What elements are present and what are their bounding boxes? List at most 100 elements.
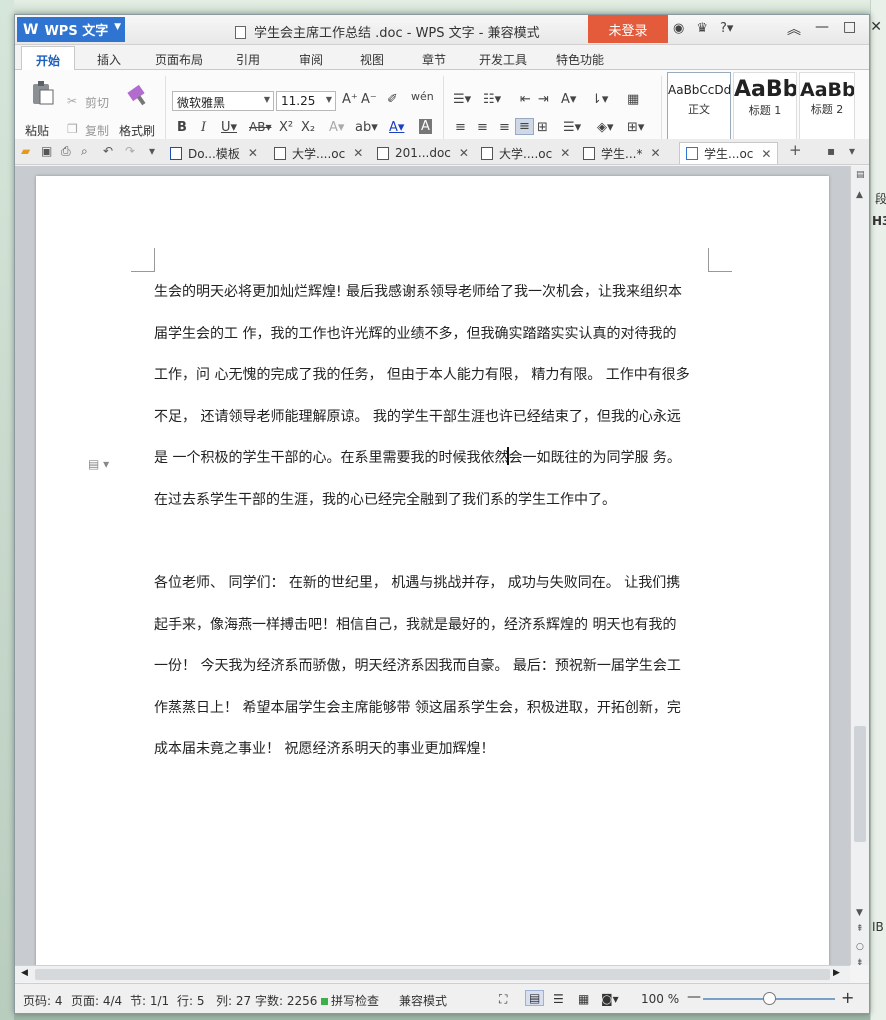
- decrease-font-icon[interactable]: A⁻: [361, 92, 377, 107]
- close-icon[interactable]: ✕: [870, 19, 882, 39]
- justify-icon[interactable]: ≡: [515, 118, 534, 135]
- copy-button[interactable]: 复制: [85, 122, 109, 139]
- body-paragraph[interactable]: 各位老师、 同学们： 在新的世纪里， 机遇与挑战并存， 成功与失败同在。 让我们…: [154, 563, 714, 771]
- scroll-up-icon[interactable]: ▲: [856, 190, 863, 200]
- scroll-right-icon[interactable]: ▶: [833, 968, 840, 978]
- web-view-icon[interactable]: ▦: [578, 992, 589, 1006]
- vertical-scroll-thumb[interactable]: [854, 726, 866, 842]
- format-painter-button[interactable]: 格式刷: [119, 122, 155, 139]
- close-icon[interactable]: ✕: [761, 147, 771, 161]
- paragraph-shading-icon[interactable]: ◈▾: [597, 120, 614, 135]
- scroll-down-icon[interactable]: ▼: [856, 908, 863, 918]
- style-heading-2[interactable]: AaBb( 标题 2: [799, 72, 855, 140]
- align-left-icon[interactable]: ≡: [455, 120, 466, 135]
- numbered-list-icon[interactable]: ☷▾: [483, 92, 501, 107]
- borders-icon[interactable]: ⊞▾: [627, 120, 644, 135]
- status-section[interactable]: 节: 1/1: [130, 992, 169, 1009]
- new-tab-icon[interactable]: +: [789, 141, 802, 159]
- zoom-out-icon[interactable]: —: [687, 989, 701, 1005]
- italic-icon[interactable]: I: [201, 120, 206, 135]
- close-icon[interactable]: ✕: [248, 146, 258, 160]
- wps-menu-button[interactable]: W WPS 文字 ▼: [17, 17, 125, 42]
- phonetic-guide-icon[interactable]: wén: [411, 90, 434, 103]
- font-color-icon[interactable]: A▾: [389, 120, 404, 135]
- chinese-layout-icon[interactable]: A▾: [561, 92, 576, 107]
- login-button[interactable]: 未登录: [588, 15, 668, 43]
- subscript-icon[interactable]: X₂: [301, 120, 315, 135]
- select-browse-object-icon[interactable]: ○: [856, 942, 864, 952]
- tab-home[interactable]: 开始: [21, 46, 76, 71]
- increase-font-icon[interactable]: A⁺: [342, 92, 358, 107]
- tab-page-layout[interactable]: 页面布局: [155, 51, 203, 68]
- highlight-icon[interactable]: ab▾: [355, 120, 378, 135]
- underline-icon[interactable]: U▾: [221, 120, 237, 135]
- status-page-code[interactable]: 页码: 4: [23, 992, 63, 1009]
- redo-icon[interactable]: ↷: [125, 144, 135, 158]
- outline-view-icon[interactable]: ☰: [553, 992, 564, 1006]
- cut-icon[interactable]: ✂: [67, 94, 77, 108]
- print-preview-icon[interactable]: ⌕: [81, 144, 88, 159]
- table-icon[interactable]: ▦: [627, 92, 639, 107]
- collapse-ribbon-icon[interactable]: ︽: [787, 19, 801, 39]
- bullet-list-icon[interactable]: ☰▾: [453, 92, 471, 107]
- close-icon[interactable]: ✕: [353, 146, 363, 160]
- previous-page-icon[interactable]: ⇞: [856, 924, 864, 934]
- open-folder-icon[interactable]: ▰: [21, 144, 30, 158]
- customize-toolbar-icon[interactable]: ▾: [149, 144, 155, 158]
- paste-button[interactable]: 粘贴: [25, 122, 49, 139]
- zoom-in-icon[interactable]: +: [841, 988, 854, 1007]
- maximize-icon[interactable]: □: [843, 19, 856, 39]
- show-hide-marks-icon[interactable]: ⇂▾: [591, 92, 608, 107]
- style-normal[interactable]: AaBbCcDd 正文: [667, 72, 731, 140]
- strikethrough-icon[interactable]: AB▾: [249, 120, 271, 134]
- decrease-indent-icon[interactable]: ⇤: [520, 92, 531, 107]
- line-spacing-icon[interactable]: ☰▾: [563, 120, 581, 135]
- tab-review[interactable]: 审阅: [299, 51, 323, 68]
- status-column[interactable]: 列: 27: [216, 992, 251, 1009]
- minimize-icon[interactable]: —: [815, 19, 829, 39]
- help-icon[interactable]: ?▾: [720, 21, 733, 36]
- body-paragraph[interactable]: 生会的明天必将更加灿烂辉煌! 最后我感谢系领导老师给了我一次机会，让我来组织本 …: [154, 272, 714, 521]
- doc-tab[interactable]: Do...模板 ✕: [170, 142, 258, 164]
- status-row[interactable]: 行: 5: [177, 992, 205, 1009]
- shirt-icon[interactable]: ♛: [696, 21, 708, 36]
- tab-developer[interactable]: 开发工具: [479, 51, 527, 68]
- skin-icon[interactable]: ◉: [673, 21, 684, 36]
- tab-list-icon[interactable]: ▪: [827, 144, 835, 158]
- horizontal-scrollbar[interactable]: ◀ ▶: [15, 965, 850, 982]
- zoom-slider-handle[interactable]: [763, 992, 776, 1005]
- doc-tab-active[interactable]: 学生...oc ✕: [679, 142, 779, 164]
- text-effect-icon[interactable]: A▾: [329, 120, 344, 135]
- print-icon[interactable]: ⎙: [61, 144, 71, 159]
- undo-icon[interactable]: ↶: [103, 144, 113, 158]
- full-screen-icon[interactable]: ⛶: [499, 992, 507, 1007]
- status-pages[interactable]: 页面: 4/4: [71, 992, 122, 1009]
- tab-insert[interactable]: 插入: [97, 51, 121, 68]
- char-shading-icon[interactable]: A: [419, 119, 432, 134]
- tab-view[interactable]: 视图: [360, 51, 384, 68]
- format-painter-icon[interactable]: [125, 80, 151, 106]
- clear-format-icon[interactable]: ✐: [387, 92, 398, 107]
- align-center-icon[interactable]: ≡: [477, 120, 488, 135]
- tab-menu-icon[interactable]: ▾: [849, 144, 855, 158]
- document-page[interactable]: ▤ ▾ 生会的明天必将更加灿烂辉煌! 最后我感谢系领导老师给了我一次机会，让我来…: [36, 176, 829, 965]
- close-icon[interactable]: ✕: [560, 146, 570, 160]
- zoom-level[interactable]: 100 %: [641, 992, 679, 1006]
- close-icon[interactable]: ✕: [650, 146, 660, 160]
- font-name-select[interactable]: 微软雅黑 ▼: [172, 91, 274, 111]
- close-icon[interactable]: ✕: [459, 146, 469, 160]
- spell-check-toggle[interactable]: 拼写检查: [321, 992, 379, 1009]
- align-right-icon[interactable]: ≡: [499, 120, 510, 135]
- save-icon[interactable]: ▣: [41, 144, 52, 158]
- doc-tab[interactable]: 大学....oc ✕: [481, 142, 570, 164]
- distributed-align-icon[interactable]: ⊞: [537, 120, 548, 135]
- increase-indent-icon[interactable]: ⇥: [538, 92, 549, 107]
- paste-icon[interactable]: [29, 80, 55, 105]
- tab-references[interactable]: 引用: [236, 51, 260, 68]
- paragraph-layout-icon[interactable]: ▤ ▾: [88, 457, 109, 471]
- doc-tab[interactable]: 学生...* ✕: [583, 142, 661, 164]
- doc-tab[interactable]: 201...doc ✕: [377, 142, 469, 164]
- vertical-scrollbar[interactable]: ▤ ▲ ▼ ⇞ ○ ⇟: [850, 166, 869, 968]
- tab-chapter[interactable]: 章节: [422, 51, 446, 68]
- bold-icon[interactable]: B: [177, 120, 187, 135]
